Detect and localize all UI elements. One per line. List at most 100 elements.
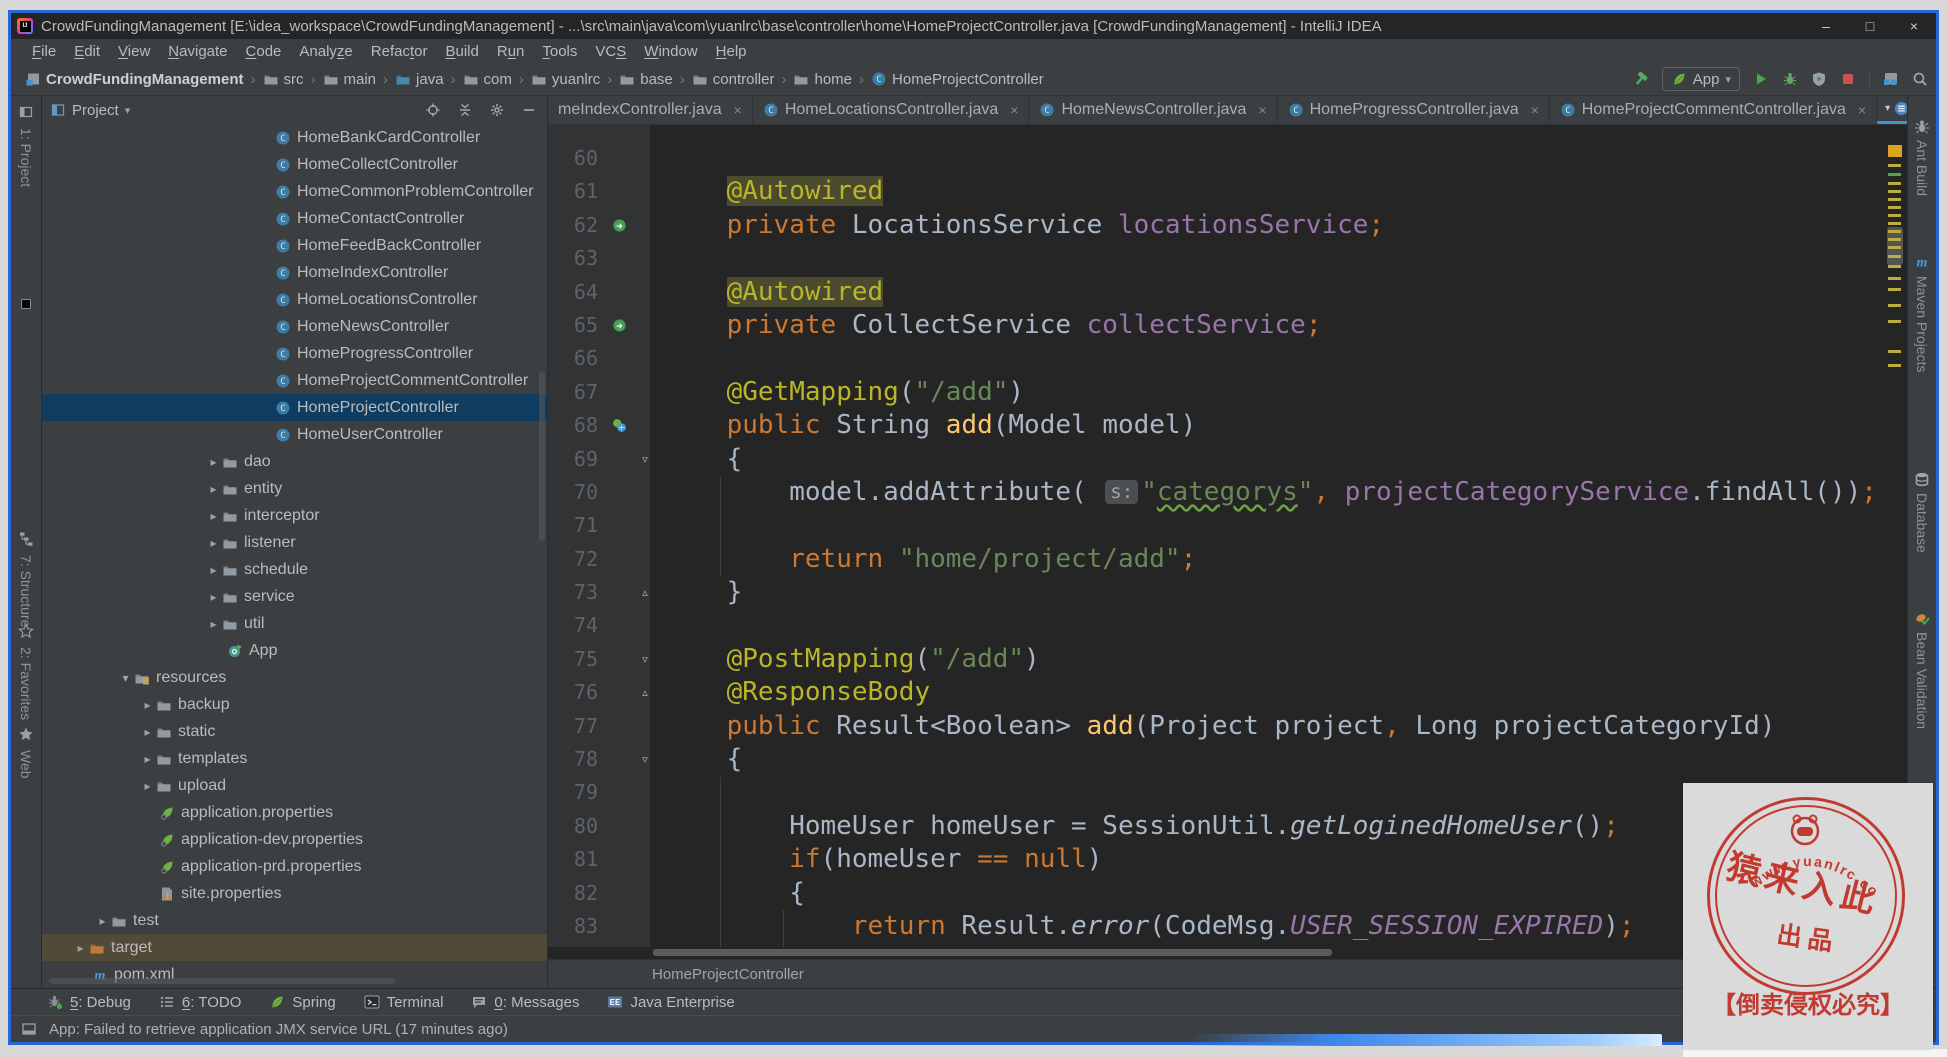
sidebar-tab-web[interactable]: Web: [18, 750, 34, 779]
chevron-right-icon[interactable]: ▸: [94, 914, 111, 928]
tree-item-application-dev-properties[interactable]: application-dev.properties: [42, 826, 547, 853]
tree-item-homecollectcontroller[interactable]: CHomeCollectController: [42, 151, 547, 178]
hidden-tabs-dropdown[interactable]: ▾1: [1877, 96, 1907, 124]
tree-item-homecommonproblemcontroller[interactable]: CHomeCommonProblemController: [42, 178, 547, 205]
tab-close-icon[interactable]: ×: [1010, 102, 1018, 118]
chevron-right-icon[interactable]: ▸: [139, 752, 156, 766]
tree-horizontal-scrollbar[interactable]: [49, 978, 395, 984]
tree-item-homebankcardcontroller[interactable]: CHomeBankCardController: [42, 124, 547, 151]
locate-file-icon[interactable]: [425, 102, 441, 118]
chevron-right-icon[interactable]: ▸: [205, 455, 222, 469]
chevron-right-icon[interactable]: ▸: [139, 725, 156, 739]
run-dashboard-icon[interactable]: [1883, 71, 1899, 87]
breadcrumb-item-com[interactable]: com: [463, 71, 512, 88]
breadcrumb-item-main[interactable]: main: [323, 71, 377, 88]
maximize-button[interactable]: □: [1848, 13, 1892, 39]
menu-navigate[interactable]: Navigate: [159, 43, 236, 60]
toolwindow-button-terminal[interactable]: Terminal: [364, 994, 444, 1011]
sidebar-tab-project[interactable]: 1: Project: [18, 128, 34, 187]
toolwindow-button-5-debug[interactable]: 5: Debug: [47, 994, 131, 1011]
breadcrumb-item-homeprojectcontroller[interactable]: CHomeProjectController: [871, 71, 1044, 88]
spring-bean-gutter-icon[interactable]: [604, 309, 634, 342]
tree-item-homeprojectcontroller[interactable]: CHomeProjectController: [42, 394, 547, 421]
fold-marker-icon[interactable]: ▵: [634, 576, 656, 609]
tree-item-upload[interactable]: ▸upload: [42, 772, 547, 799]
stop-button-icon[interactable]: [1840, 71, 1856, 87]
tree-item-homeusercontroller[interactable]: CHomeUserController: [42, 421, 547, 448]
breadcrumb-item-src[interactable]: src: [263, 71, 304, 88]
collapse-all-icon[interactable]: [457, 102, 473, 118]
chevron-right-icon[interactable]: ▸: [72, 941, 89, 955]
toolwindow-button-spring[interactable]: Spring: [269, 994, 335, 1011]
chevron-down-icon[interactable]: ▾: [117, 671, 134, 685]
fold-marker-icon[interactable]: ▵: [634, 676, 656, 709]
chevron-right-icon[interactable]: ▸: [205, 536, 222, 550]
tree-item-backup[interactable]: ▸backup: [42, 691, 547, 718]
toolwindow-button-java-enterprise[interactable]: EEJava Enterprise: [607, 994, 734, 1011]
tree-item-static[interactable]: ▸static: [42, 718, 547, 745]
breadcrumb-item-home[interactable]: home: [793, 71, 852, 88]
tree-item-templates[interactable]: ▸templates: [42, 745, 547, 772]
editor-hscroll-thumb[interactable]: [653, 949, 1332, 956]
menu-run[interactable]: Run: [488, 43, 534, 60]
request-mapping-gutter-icon[interactable]: [604, 409, 634, 442]
tree-item-target[interactable]: ▸target: [42, 934, 547, 961]
menu-help[interactable]: Help: [707, 43, 756, 60]
tree-item-dao[interactable]: ▸dao: [42, 448, 547, 475]
tab-homenewscontroller-java[interactable]: CHomeNewsController.java×: [1029, 96, 1277, 124]
tree-item-site-properties[interactable]: site.properties: [42, 880, 547, 907]
chevron-right-icon[interactable]: ▸: [205, 482, 222, 496]
tree-item-service[interactable]: ▸service: [42, 583, 547, 610]
tree-item-application-prd-properties[interactable]: application-prd.properties: [42, 853, 547, 880]
tree-item-listener[interactable]: ▸listener: [42, 529, 547, 556]
breadcrumb-item-crowdfundingmanagement[interactable]: CrowdFundingManagement: [25, 71, 244, 88]
menu-analyze[interactable]: Analyze: [290, 43, 361, 60]
build-hammer-icon[interactable]: [1633, 71, 1649, 87]
fold-marker-icon[interactable]: ▿: [634, 443, 656, 476]
toolwindow-button-6-todo[interactable]: 6: TODO: [159, 994, 241, 1011]
tab-homeprojectcommentcontroller-java[interactable]: CHomeProjectCommentController.java×: [1550, 96, 1877, 124]
chevron-right-icon[interactable]: ▸: [205, 617, 222, 631]
tree-item-app[interactable]: App: [42, 637, 547, 664]
editor-breadcrumb-item[interactable]: HomeProjectController: [652, 966, 804, 983]
tab-close-icon[interactable]: ×: [1258, 102, 1266, 118]
menu-vcs[interactable]: VCS: [586, 43, 635, 60]
close-button[interactable]: ×: [1892, 13, 1936, 39]
tab-homeprogresscontroller-java[interactable]: CHomeProgressController.java×: [1278, 96, 1550, 124]
tree-item-homefeedbackcontroller[interactable]: CHomeFeedBackController: [42, 232, 547, 259]
tree-item-homecontactcontroller[interactable]: CHomeContactController: [42, 205, 547, 232]
tree-item-homeindexcontroller[interactable]: CHomeIndexController: [42, 259, 547, 286]
tree-item-util[interactable]: ▸util: [42, 610, 547, 637]
minimize-button[interactable]: –: [1804, 13, 1848, 39]
tab-homelocationscontroller-java[interactable]: CHomeLocationsController.java×: [753, 96, 1030, 124]
sidebar-tab--structure[interactable]: 7: Structure: [18, 555, 34, 627]
run-configuration-select[interactable]: App ▾: [1662, 67, 1740, 91]
chevron-down-icon[interactable]: ▾: [125, 104, 131, 117]
coverage-button-icon[interactable]: [1811, 71, 1827, 87]
tab-close-icon[interactable]: ×: [734, 102, 742, 118]
tree-item-resources[interactable]: ▾resources: [42, 664, 547, 691]
tab-close-icon[interactable]: ×: [1531, 102, 1539, 118]
chevron-right-icon[interactable]: ▸: [139, 779, 156, 793]
right-tab-database[interactable]: Database: [1914, 493, 1930, 553]
project-panel-title[interactable]: Project: [72, 102, 119, 119]
menu-edit[interactable]: Edit: [65, 43, 109, 60]
menu-file[interactable]: File: [23, 43, 65, 60]
right-tab-maven-projects[interactable]: Maven Projects: [1914, 276, 1930, 372]
fold-marker-icon[interactable]: ▿: [634, 743, 656, 776]
toolwindow-button-0-messages[interactable]: 0: Messages: [471, 994, 579, 1011]
tree-item-application-properties[interactable]: application.properties: [42, 799, 547, 826]
tree-item-entity[interactable]: ▸entity: [42, 475, 547, 502]
tree-item-test[interactable]: ▸test: [42, 907, 547, 934]
menu-refactor[interactable]: Refactor: [362, 43, 437, 60]
tree-item-homenewscontroller[interactable]: CHomeNewsController: [42, 313, 547, 340]
menu-view[interactable]: View: [109, 43, 159, 60]
toolwindow-toggle-icon[interactable]: [21, 1021, 37, 1037]
debug-button-icon[interactable]: [1782, 71, 1798, 87]
tree-item-homelocationscontroller[interactable]: CHomeLocationsController: [42, 286, 547, 313]
chevron-right-icon[interactable]: ▸: [205, 509, 222, 523]
tree-item-homeprogresscontroller[interactable]: CHomeProgressController: [42, 340, 547, 367]
tab-meindexcontroller-java[interactable]: meIndexController.java×: [548, 96, 753, 124]
tab-close-icon[interactable]: ×: [1858, 102, 1866, 118]
breadcrumb-item-base[interactable]: base: [619, 71, 673, 88]
